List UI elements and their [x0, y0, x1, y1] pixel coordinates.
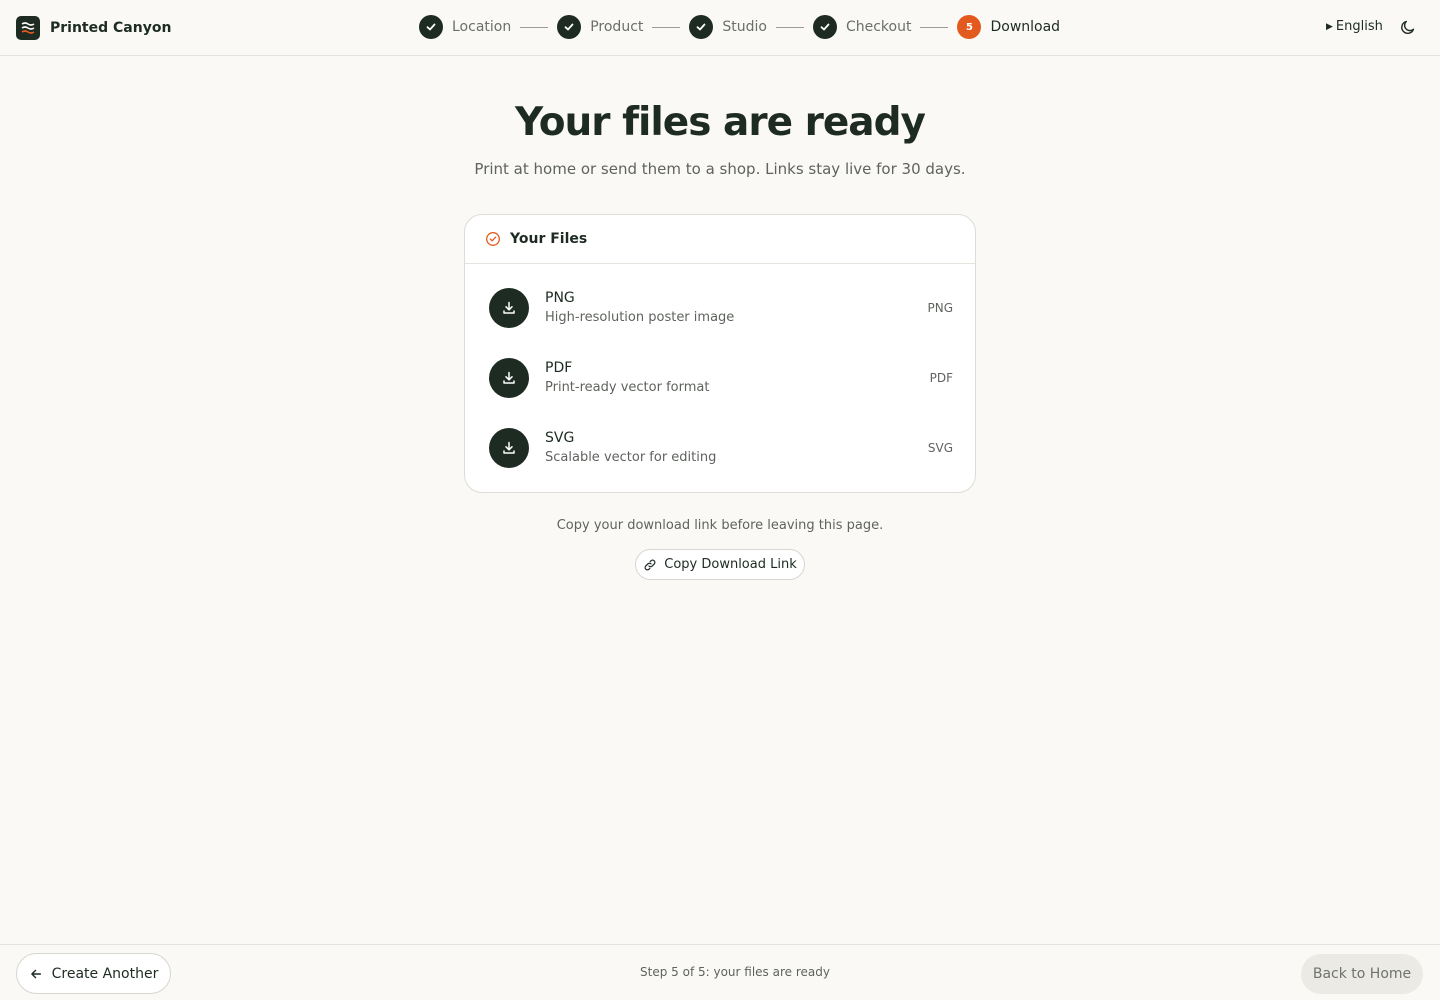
brand[interactable]: Printed Canyon [16, 16, 171, 40]
step-label: Location [452, 19, 512, 35]
step-location[interactable]: Location [419, 15, 511, 39]
download-icon [503, 441, 515, 454]
file-info: PDF Print-ready vector format [545, 359, 930, 397]
download-button[interactable] [489, 358, 529, 398]
file-info: PNG High-resolution poster image [545, 289, 927, 327]
footer-bar: Create Another Step 5 of 5: your files a… [0, 944, 1440, 1000]
top-bar: Printed Canyon Location Product Studio C… [0, 0, 1440, 56]
file-name: PNG [545, 290, 575, 306]
file-info: SVG Scalable vector for editing [545, 429, 928, 467]
check-icon [812, 15, 837, 39]
step-connector [652, 26, 681, 28]
step-label: Product [590, 19, 644, 35]
page-subtitle: Print at home or send them to a shop. Li… [474, 160, 966, 178]
brand-name: Printed Canyon [50, 20, 172, 36]
file-row-png[interactable]: PNG High-resolution poster image PNG [489, 288, 953, 328]
file-format-tag: PDF [929, 371, 953, 385]
step-download[interactable]: 5 Download [957, 15, 1060, 39]
copy-download-link-button[interactable]: Copy Download Link [635, 549, 805, 580]
file-description: High-resolution poster image [545, 310, 735, 325]
step-studio[interactable]: Studio [689, 15, 767, 39]
step-connector [920, 26, 949, 28]
page-title: Your files are ready [515, 100, 926, 145]
check-icon [557, 15, 582, 39]
download-button[interactable] [489, 288, 529, 328]
files-card: Your Files PNG High-resolution poster im… [464, 214, 976, 493]
language-selector[interactable]: ▶ English [1326, 19, 1383, 34]
language-label: English [1335, 19, 1383, 34]
step-number-badge: 5 [957, 15, 982, 39]
logo-icon [16, 16, 40, 40]
download-icon [503, 301, 515, 314]
file-name: PDF [545, 360, 573, 376]
link-icon [644, 559, 656, 570]
card-header: Your Files [465, 215, 975, 264]
file-row-pdf[interactable]: PDF Print-ready vector format PDF [489, 358, 953, 398]
card-title: Your Files [510, 231, 588, 247]
file-format-tag: SVG [927, 441, 953, 455]
step-connector [775, 26, 804, 28]
step-label: Studio [722, 19, 767, 35]
file-row-svg[interactable]: SVG Scalable vector for editing SVG [489, 428, 953, 468]
progress-stepper: Location Product Studio Checkout 5 Downl… [419, 15, 1060, 39]
back-to-home-button[interactable]: Back to Home [1301, 954, 1423, 994]
step-status-text: Step 5 of 5: your files are ready [640, 965, 830, 979]
file-name: SVG [545, 430, 575, 446]
check-circle-icon [486, 232, 500, 246]
copy-button-label: Copy Download Link [664, 557, 797, 572]
download-button[interactable] [489, 428, 529, 468]
step-checkout[interactable]: Checkout [812, 15, 912, 39]
caret-right-icon: ▶ [1326, 21, 1333, 32]
step-connector [520, 26, 549, 28]
check-icon [419, 15, 443, 39]
download-icon [503, 371, 515, 384]
file-format-tag: PNG [927, 301, 953, 315]
step-label: Download [990, 19, 1061, 35]
theme-toggle-button[interactable] [1398, 17, 1418, 37]
step-label: Checkout [845, 19, 912, 35]
step-product[interactable]: Product [557, 15, 643, 39]
copy-link-hint: Copy your download link before leaving t… [556, 518, 884, 533]
file-description: Print-ready vector format [545, 380, 710, 395]
check-icon [689, 15, 714, 39]
file-description: Scalable vector for editing [545, 450, 717, 465]
moon-icon [1401, 20, 1415, 34]
